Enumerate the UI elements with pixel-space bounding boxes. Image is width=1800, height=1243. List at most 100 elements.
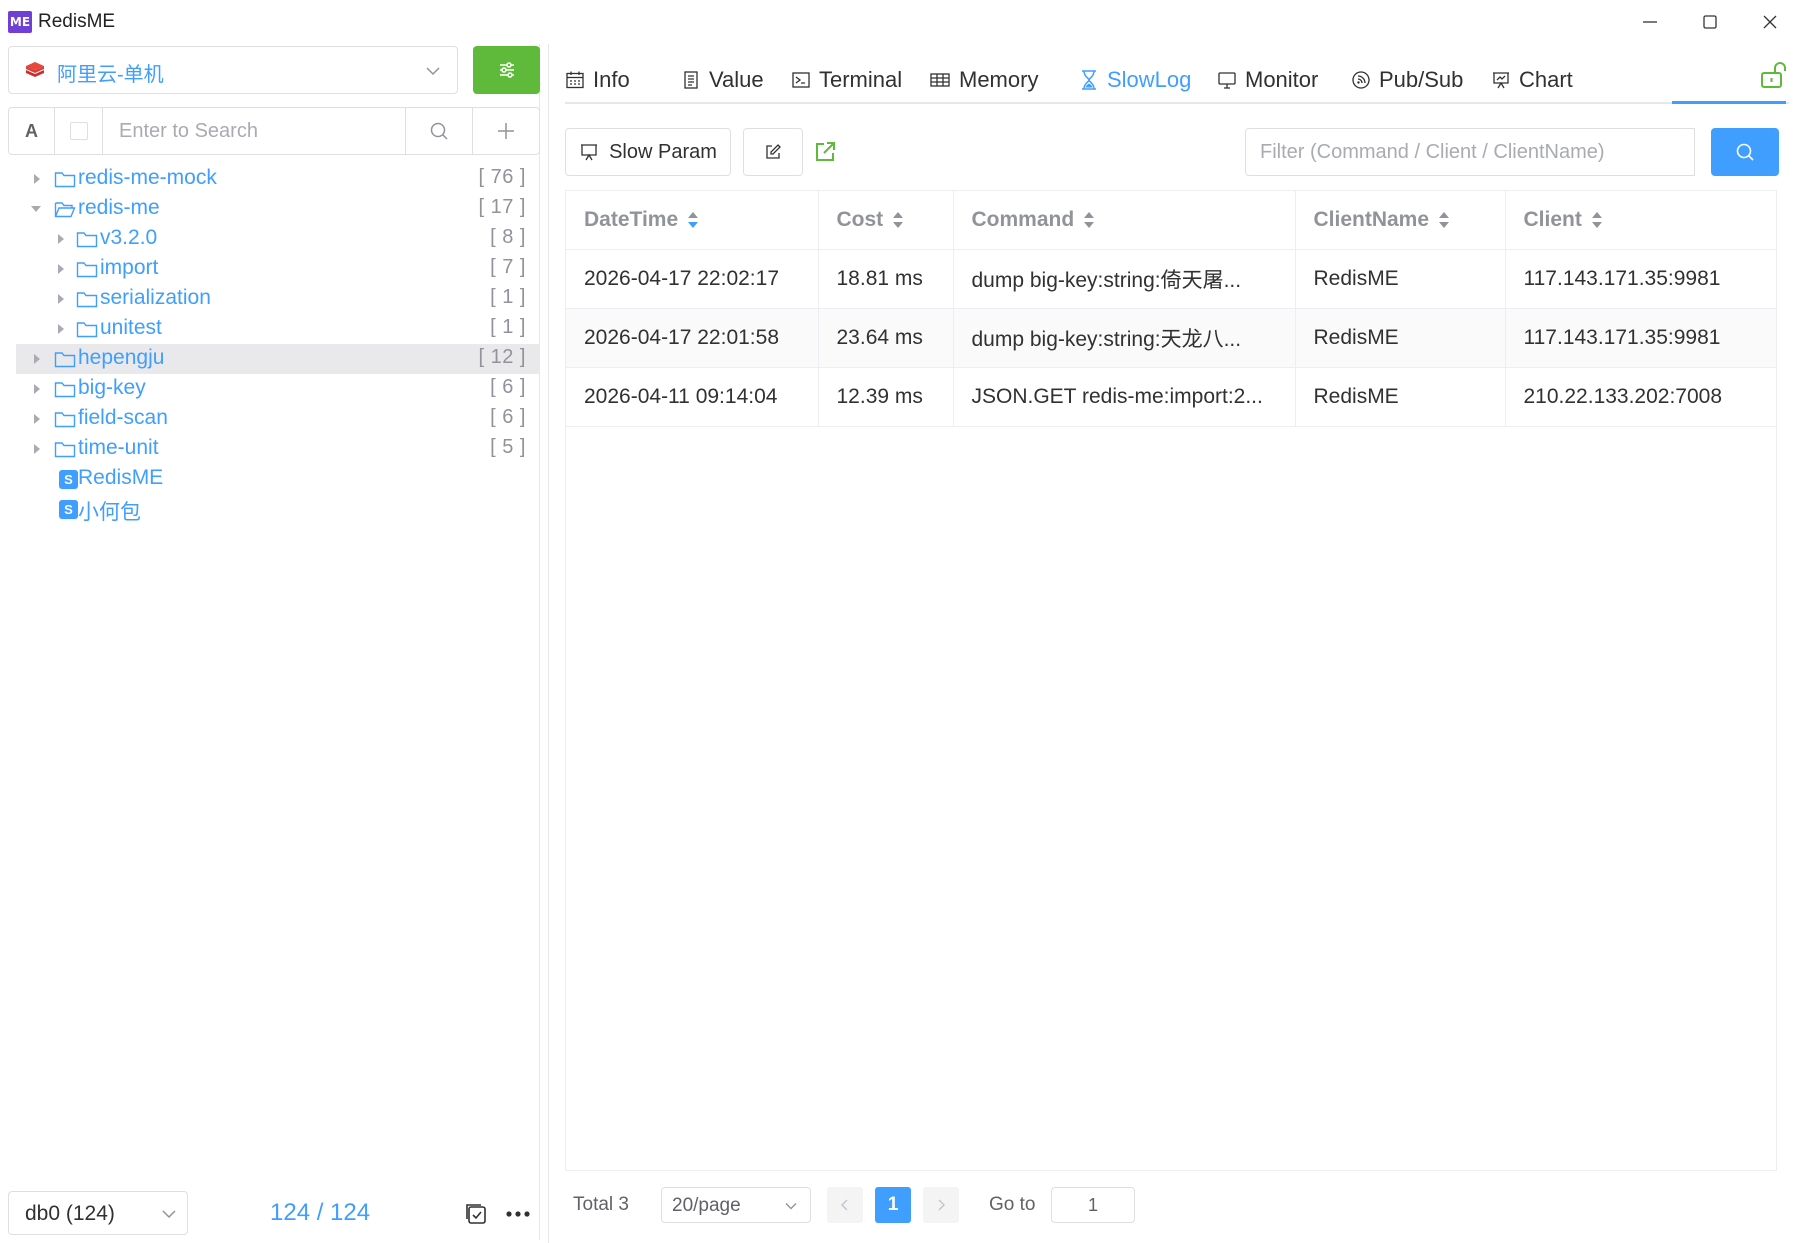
caret-down-icon[interactable] bbox=[30, 204, 42, 214]
cell-datetime: 2026-04-17 22:01:58 bbox=[566, 308, 819, 368]
slow-param-button[interactable]: Slow Param bbox=[565, 128, 731, 176]
batch-select-icon[interactable] bbox=[464, 1202, 488, 1226]
unlock-icon[interactable] bbox=[1759, 60, 1789, 90]
tab-terminal[interactable]: Terminal bbox=[791, 58, 902, 102]
sort-icon[interactable] bbox=[891, 210, 905, 230]
cell-clientname: RedisME bbox=[1295, 367, 1506, 427]
cell-clientname: RedisME bbox=[1295, 308, 1506, 368]
monitor-icon bbox=[1218, 72, 1236, 89]
tree-key-row[interactable]: S RedisME bbox=[16, 464, 540, 494]
column-header-datetime[interactable]: DateTime bbox=[566, 191, 819, 250]
tab-value[interactable]: Value bbox=[681, 58, 764, 102]
calendar-icon bbox=[566, 71, 584, 89]
close-button[interactable] bbox=[1748, 8, 1792, 36]
cell-datetime: 2026-04-11 09:14:04 bbox=[566, 367, 819, 427]
tree-key-count: [ 8 ] bbox=[490, 226, 526, 248]
match-mode-toggle[interactable]: A bbox=[9, 108, 55, 154]
tree-folder-row[interactable]: unitest [ 1 ] bbox=[16, 314, 540, 344]
tab-label: Value bbox=[709, 67, 764, 92]
tab-monitor[interactable]: Monitor bbox=[1217, 58, 1318, 102]
broadcast-icon bbox=[1352, 71, 1370, 89]
tree-folder-row[interactable]: hepengju [ 12 ] bbox=[16, 344, 540, 374]
tab-chart[interactable]: Chart bbox=[1491, 58, 1573, 102]
minimize-button[interactable] bbox=[1628, 8, 1672, 36]
caret-right-icon[interactable] bbox=[32, 383, 42, 395]
sort-icon[interactable] bbox=[1437, 210, 1451, 230]
pagination-total: Total 3 bbox=[573, 1194, 629, 1215]
table-row[interactable]: 2026-04-17 22:02:17 18.81 ms dump big-ke… bbox=[566, 249, 1776, 309]
table-row[interactable]: 2026-04-17 22:01:58 23.64 ms dump big-ke… bbox=[566, 308, 1776, 368]
sliders-icon bbox=[499, 62, 514, 78]
slowlog-filter-input[interactable] bbox=[1245, 128, 1695, 176]
chevron-down-icon bbox=[162, 1210, 176, 1219]
filter-search-button[interactable] bbox=[1711, 128, 1779, 176]
folder-icon bbox=[76, 292, 98, 308]
string-type-icon: S bbox=[59, 470, 78, 489]
tree-folder-row[interactable]: field-scan [ 6 ] bbox=[16, 404, 540, 434]
active-tab-indicator bbox=[1672, 101, 1786, 104]
connection-settings-button[interactable] bbox=[473, 46, 540, 94]
key-search-input[interactable] bbox=[103, 108, 403, 154]
caret-right-icon[interactable] bbox=[56, 263, 66, 275]
app-logo: ME bbox=[8, 11, 32, 33]
folder-icon bbox=[76, 322, 98, 338]
add-key-button[interactable] bbox=[473, 108, 539, 154]
folder-icon bbox=[54, 382, 76, 398]
caret-right-icon[interactable] bbox=[32, 413, 42, 425]
export-icon[interactable] bbox=[813, 140, 837, 164]
tree-key-count: [ 6 ] bbox=[490, 376, 526, 398]
tree-key-count: [ 1 ] bbox=[490, 316, 526, 338]
more-icon[interactable] bbox=[504, 1202, 532, 1226]
sort-icon[interactable] bbox=[686, 210, 700, 230]
table-row[interactable]: 2026-04-11 09:14:04 12.39 ms JSON.GET re… bbox=[566, 367, 1776, 427]
tree-folder-row[interactable]: v3.2.0 [ 8 ] bbox=[16, 224, 540, 254]
document-icon bbox=[684, 71, 698, 89]
page-size-select[interactable]: 20/page bbox=[661, 1187, 811, 1223]
folder-icon bbox=[54, 172, 76, 188]
tree-folder-row[interactable]: import [ 7 ] bbox=[16, 254, 540, 284]
main-panel: Info Value Terminal Memory SlowLog Monit… bbox=[548, 44, 1800, 1243]
tab-label: SlowLog bbox=[1107, 67, 1192, 92]
tab-info[interactable]: Info bbox=[565, 58, 630, 102]
tab-pubsub[interactable]: Pub/Sub bbox=[1351, 58, 1463, 102]
tree-key-count: [ 5 ] bbox=[490, 436, 526, 458]
search-button[interactable] bbox=[405, 108, 473, 154]
column-header-cost[interactable]: Cost bbox=[818, 191, 954, 250]
database-select[interactable]: db0 (124) bbox=[8, 1191, 188, 1235]
chevron-left-icon bbox=[841, 1199, 848, 1211]
tab-slowlog[interactable]: SlowLog bbox=[1079, 58, 1191, 102]
column-header-clientname[interactable]: ClientName bbox=[1295, 191, 1506, 250]
tree-folder-row[interactable]: redis-me-mock [ 76 ] bbox=[16, 164, 540, 194]
column-header-command[interactable]: Command bbox=[953, 191, 1296, 250]
folder-icon bbox=[76, 262, 98, 278]
tree-folder-row[interactable]: redis-me [ 17 ] bbox=[16, 194, 540, 224]
prev-page-button[interactable] bbox=[827, 1187, 863, 1223]
page-number-current[interactable]: 1 bbox=[875, 1187, 911, 1223]
connection-select[interactable]: 阿里云-单机 bbox=[8, 46, 458, 94]
sort-icon[interactable] bbox=[1590, 210, 1604, 230]
goto-page-input[interactable] bbox=[1051, 1187, 1135, 1223]
tree-folder-row[interactable]: big-key [ 6 ] bbox=[16, 374, 540, 404]
tree-key-count: [ 76 ] bbox=[478, 166, 526, 188]
caret-right-icon[interactable] bbox=[32, 173, 42, 185]
sort-icon[interactable] bbox=[1082, 210, 1096, 230]
column-header-client[interactable]: Client bbox=[1505, 191, 1776, 250]
caret-right-icon[interactable] bbox=[56, 323, 66, 335]
select-all-checkbox[interactable] bbox=[55, 108, 103, 154]
tree-key-count: [ 6 ] bbox=[490, 406, 526, 428]
column-label: Cost bbox=[836, 207, 884, 231]
tree-folder-row[interactable]: time-unit [ 5 ] bbox=[16, 434, 540, 464]
tree-folder-row[interactable]: serialization [ 1 ] bbox=[16, 284, 540, 314]
caret-right-icon[interactable] bbox=[32, 353, 42, 365]
caret-right-icon[interactable] bbox=[56, 293, 66, 305]
edit-button[interactable] bbox=[743, 128, 803, 176]
tree-folder-label: field-scan bbox=[78, 406, 168, 429]
next-page-button[interactable] bbox=[923, 1187, 959, 1223]
caret-right-icon[interactable] bbox=[56, 233, 66, 245]
tree-key-row[interactable]: S 小何包 bbox=[16, 494, 540, 524]
caret-right-icon[interactable] bbox=[32, 443, 42, 455]
tab-memory[interactable]: Memory bbox=[929, 58, 1038, 102]
tab-label: Memory bbox=[959, 67, 1039, 92]
cell-command: dump big-key:string:天龙八... bbox=[953, 308, 1296, 368]
maximize-button[interactable] bbox=[1688, 8, 1732, 36]
